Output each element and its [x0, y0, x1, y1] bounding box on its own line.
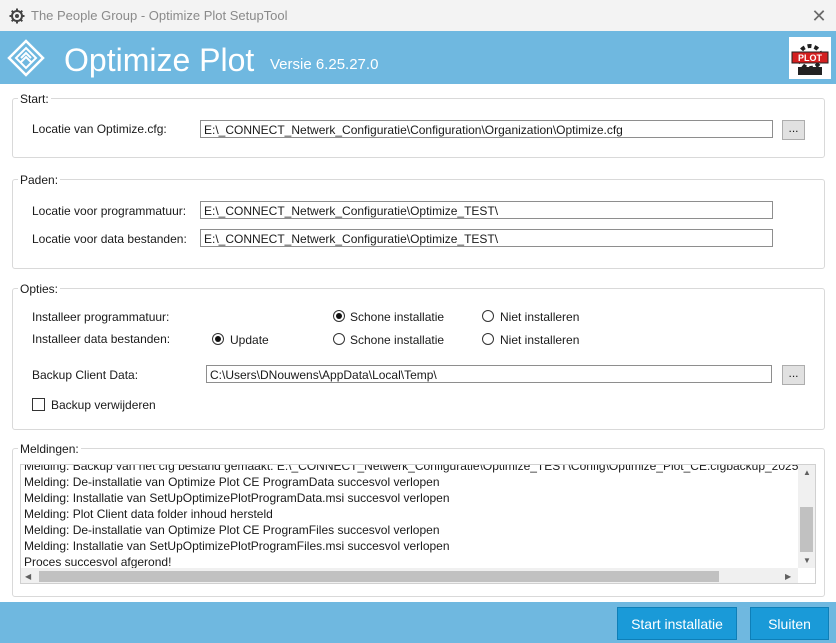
log-line: Melding: Plot Client data folder inhoud …: [24, 507, 273, 521]
log-line: Melding: Backup van het cfg bestand gema…: [24, 464, 816, 473]
log-vertical-scrollbar[interactable]: ▲ ▼: [798, 465, 815, 568]
install-program-label: Installeer programmatuur:: [32, 310, 170, 324]
cfg-path-input[interactable]: E:\_CONNECT_Netwerk_Configuratie\Configu…: [200, 120, 773, 138]
app-version: Versie 6.25.27.0: [270, 56, 379, 73]
data-path-label: Locatie voor data bestanden:: [32, 232, 187, 246]
data-radio-clean[interactable]: [333, 333, 345, 345]
group-paden: [12, 179, 825, 269]
log-horizontal-thumb[interactable]: [39, 571, 719, 582]
group-meldingen-legend: Meldingen:: [18, 442, 81, 456]
close-icon[interactable]: ✕: [808, 5, 830, 27]
program-radio-none-label[interactable]: Niet installeren: [500, 310, 579, 324]
program-radio-clean-label[interactable]: Schone installatie: [350, 310, 444, 324]
program-radio-none[interactable]: [482, 310, 494, 322]
gear-icon: [9, 8, 25, 24]
program-radio-clean[interactable]: [333, 310, 345, 322]
log-line: Melding: De-installatie van Optimize Plo…: [24, 523, 440, 537]
close-button[interactable]: Sluiten: [750, 607, 829, 640]
backup-path-input[interactable]: C:\Users\DNouwens\AppData\Local\Temp\: [206, 365, 772, 383]
scroll-up-icon[interactable]: ▲: [803, 468, 811, 477]
cfg-label: Locatie van Optimize.cfg:: [32, 122, 167, 136]
scroll-down-icon[interactable]: ▼: [803, 556, 811, 565]
log-line: Melding: Installatie van SetUpOptimizePl…: [24, 491, 450, 505]
log-vertical-thumb[interactable]: [800, 507, 813, 552]
scroll-right-icon[interactable]: ▶: [785, 572, 791, 581]
data-radio-update-label[interactable]: Update: [230, 333, 269, 347]
data-radio-none[interactable]: [482, 333, 494, 345]
log-line: Proces succesvol afgerond!: [24, 555, 172, 569]
data-radio-clean-label[interactable]: Schone installatie: [350, 333, 444, 347]
remove-backup-checkbox[interactable]: [32, 398, 45, 411]
data-radio-none-label[interactable]: Niet installeren: [500, 333, 579, 347]
cfg-browse-button[interactable]: ...: [782, 120, 805, 140]
plot-logo-text: PLOT: [798, 53, 823, 63]
scroll-left-icon[interactable]: ◀: [25, 572, 31, 581]
group-opties-legend: Opties:: [18, 282, 61, 296]
title-bar: The People Group - Optimize Plot SetupTo…: [0, 0, 836, 31]
log-line: Melding: De-installatie van Optimize Plo…: [24, 475, 440, 489]
group-paden-legend: Paden:: [18, 173, 61, 187]
log-horizontal-scrollbar[interactable]: ◀ ▶: [21, 568, 798, 583]
data-radio-update[interactable]: [212, 333, 224, 345]
program-path-input[interactable]: E:\_CONNECT_Netwerk_Configuratie\Optimiz…: [200, 201, 773, 219]
app-name: Optimize Plot: [64, 42, 255, 78]
window-title: The People Group - Optimize Plot SetupTo…: [31, 8, 288, 23]
backup-browse-button[interactable]: ...: [782, 365, 805, 385]
app-banner: Optimize Plot Versie 6.25.27.0 PLOT: [0, 31, 836, 84]
log-line: Melding: Installatie van SetUpOptimizePl…: [24, 539, 450, 553]
start-install-button[interactable]: Start installatie: [617, 607, 737, 640]
remove-backup-label[interactable]: Backup verwijderen: [51, 398, 156, 412]
diamond-logo-icon: [7, 39, 45, 77]
data-path-input[interactable]: E:\_CONNECT_Netwerk_Configuratie\Optimiz…: [200, 229, 773, 247]
program-path-label: Locatie voor programmatuur:: [32, 204, 187, 218]
backup-label: Backup Client Data:: [32, 368, 139, 382]
group-start-legend: Start:: [18, 92, 51, 106]
messages-log[interactable]: Melding: Backup van het cfg bestand gema…: [20, 464, 816, 584]
install-data-label: Installeer data bestanden:: [32, 332, 171, 346]
plot-logo-icon: PLOT: [789, 37, 831, 79]
